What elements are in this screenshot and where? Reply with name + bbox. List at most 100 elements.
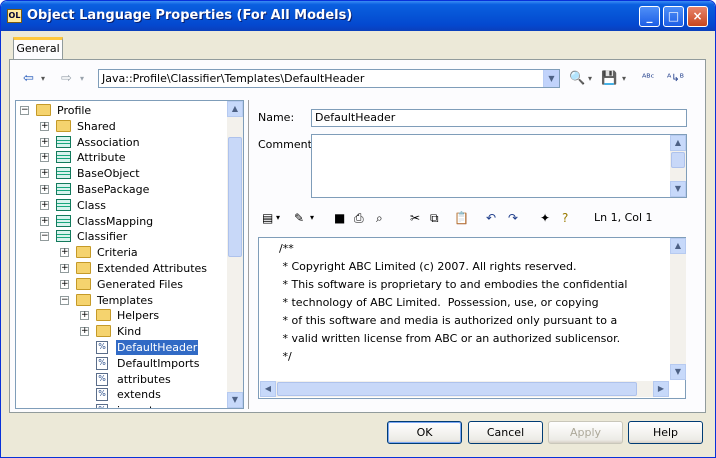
tree-item[interactable]: + Shared	[16, 119, 226, 134]
expand-icon[interactable]: +	[80, 327, 89, 337]
scroll-right-icon[interactable]: ▶	[653, 381, 669, 397]
editor-scroll-down-icon[interactable]: ▼	[670, 364, 686, 380]
editor-scroll-up-icon[interactable]: ▲	[670, 238, 686, 254]
comment-scrollbar[interactable]: ▲ ▼	[670, 135, 686, 197]
replace-icon[interactable]: ᴬ↳ᴮ	[667, 71, 684, 87]
help-button[interactable]: Help	[628, 421, 703, 444]
comment-field[interactable]	[311, 134, 687, 198]
navigation-bar: ⇦ ▾ ⇨ ▾ Java::Profile\Classifier\Templat…	[17, 69, 699, 91]
chevron-down-icon[interactable]: ▼	[543, 70, 559, 87]
tree-item[interactable]: + Kind	[16, 324, 226, 339]
copy-icon[interactable]: ⧉	[430, 210, 439, 226]
tree-item[interactable]: + Helpers	[16, 308, 226, 323]
code-line: /**	[279, 242, 294, 255]
save-dropdown-icon[interactable]: ▾	[622, 71, 626, 87]
comment-scroll-thumb[interactable]	[671, 152, 685, 168]
expand-icon[interactable]: +	[80, 311, 89, 321]
expand-icon[interactable]: +	[40, 185, 49, 194]
scroll-down-icon[interactable]: ▼	[227, 392, 243, 408]
back-dropdown-icon[interactable]: ▾	[41, 71, 45, 87]
expand-icon[interactable]: +	[40, 153, 49, 163]
print-icon[interactable]: ⎙	[354, 210, 364, 226]
help-icon[interactable]: ?	[562, 210, 568, 226]
comment-scroll-down-icon[interactable]: ▼	[670, 181, 686, 197]
save-icon[interactable]: 💾	[601, 71, 617, 87]
tree-item[interactable]: % extends	[16, 387, 226, 402]
tree-item[interactable]: − Templates	[16, 293, 226, 308]
title-bar[interactable]: OL Object Language Properties (For All M…	[1, 1, 715, 31]
template-editor[interactable]: /** * Copyright ABC Limited (c) 2007. Al…	[258, 237, 686, 399]
tree-item[interactable]: + Association	[16, 135, 226, 150]
expand-icon[interactable]: +	[40, 169, 49, 179]
spell-check-icon[interactable]: ᴬᴮᶜ	[642, 71, 654, 87]
folder-icon	[76, 262, 91, 274]
tree-item[interactable]: + Extended Attributes	[16, 261, 226, 276]
code-line: * technology of ABC Limited. Possession,…	[279, 296, 599, 309]
properties-icon[interactable]: ▤	[262, 210, 273, 226]
tree-item[interactable]: % attributes	[16, 372, 226, 387]
binoculars-icon[interactable]: ⌕	[376, 210, 383, 226]
collapse-icon[interactable]: −	[60, 295, 69, 305]
expand-icon[interactable]: +	[40, 137, 49, 147]
collapse-icon[interactable]: −	[40, 232, 49, 242]
comment-scroll-up-icon[interactable]: ▲	[670, 135, 686, 151]
tree-item[interactable]: − Classifier	[16, 229, 226, 244]
expand-icon[interactable]: +	[40, 216, 49, 226]
minimize-button[interactable]: _	[639, 6, 660, 27]
editor-hscrollbar[interactable]: ◀ ▶	[260, 381, 669, 397]
tree-scrollbar[interactable]: ▲ ▼	[227, 101, 243, 408]
insert-dropdown-icon[interactable]: ▾	[310, 210, 314, 226]
tree-view[interactable]: − Profile + Shared + Association + Attribute + Ba…	[15, 100, 244, 409]
find-icon[interactable]: 🔍	[569, 71, 585, 87]
tree-item[interactable]: + ClassMapping	[16, 214, 226, 229]
forward-dropdown-icon[interactable]: ▾	[80, 71, 84, 87]
ok-button[interactable]: OK	[387, 421, 462, 444]
properties-dropdown-icon[interactable]: ▾	[276, 210, 280, 226]
maximize-button[interactable]: □	[663, 6, 684, 27]
tree-item-label: Helpers	[117, 309, 160, 323]
folder-icon	[56, 119, 71, 132]
editor-save-icon[interactable]: ■	[334, 210, 345, 226]
expand-icon[interactable]: +	[40, 121, 49, 131]
path-combobox[interactable]: Java::Profile\Classifier\Templates\Defau…	[98, 69, 560, 88]
tab-general[interactable]: General	[13, 37, 63, 60]
code-line: * This software is proprietary to and em…	[279, 278, 628, 291]
tree-item-label: Templates	[97, 293, 153, 307]
scroll-up-icon[interactable]: ▲	[227, 101, 243, 117]
undo-icon[interactable]: ↶	[486, 210, 496, 226]
tree-item[interactable]: + Attribute	[16, 150, 226, 165]
tree-item[interactable]: % DefaultImports	[16, 356, 226, 371]
editor-hscroll-thumb[interactable]	[277, 382, 637, 396]
editor-vscrollbar[interactable]: ▲ ▼	[670, 238, 686, 380]
find-dropdown-icon[interactable]: ▾	[588, 71, 592, 87]
tree-item-label: Shared	[77, 119, 116, 133]
tree-item[interactable]: % imports	[16, 403, 226, 408]
expand-icon[interactable]: +	[40, 200, 49, 210]
tree-item[interactable]: + Class	[16, 198, 226, 213]
cut-icon[interactable]: ✂	[410, 210, 420, 226]
tree-item[interactable]: + Generated Files	[16, 277, 226, 292]
expand-icon[interactable]: +	[60, 264, 69, 273]
cancel-button[interactable]: Cancel	[468, 421, 543, 444]
wizard-icon[interactable]: ✦	[540, 210, 550, 226]
name-field[interactable]: DefaultHeader	[311, 109, 687, 127]
tree-item[interactable]: − Profile	[16, 103, 226, 118]
tree-item[interactable]: + BaseObject	[16, 166, 226, 181]
redo-icon[interactable]: ↷	[508, 210, 518, 226]
forward-arrow-icon[interactable]: ⇨	[61, 71, 72, 87]
expand-icon[interactable]: +	[60, 279, 69, 289]
scroll-left-icon[interactable]: ◀	[260, 381, 276, 397]
collapse-icon[interactable]: −	[20, 106, 29, 115]
back-arrow-icon[interactable]: ⇦	[23, 71, 34, 87]
apply-button[interactable]: Apply	[548, 421, 623, 444]
paste-icon[interactable]: 📋	[454, 210, 469, 226]
close-button[interactable]: ×	[687, 6, 708, 27]
tree-scroll-thumb[interactable]	[228, 137, 242, 257]
tree-item-label: BasePackage	[77, 183, 150, 196]
tree-item[interactable]: + BasePackage	[16, 182, 226, 197]
tree-item[interactable]: + Criteria	[16, 245, 226, 260]
template-icon: %	[96, 341, 108, 354]
insert-icon[interactable]: ✎	[294, 210, 304, 226]
expand-icon[interactable]: +	[60, 248, 69, 258]
tree-item[interactable]: % DefaultHeader	[16, 340, 226, 355]
